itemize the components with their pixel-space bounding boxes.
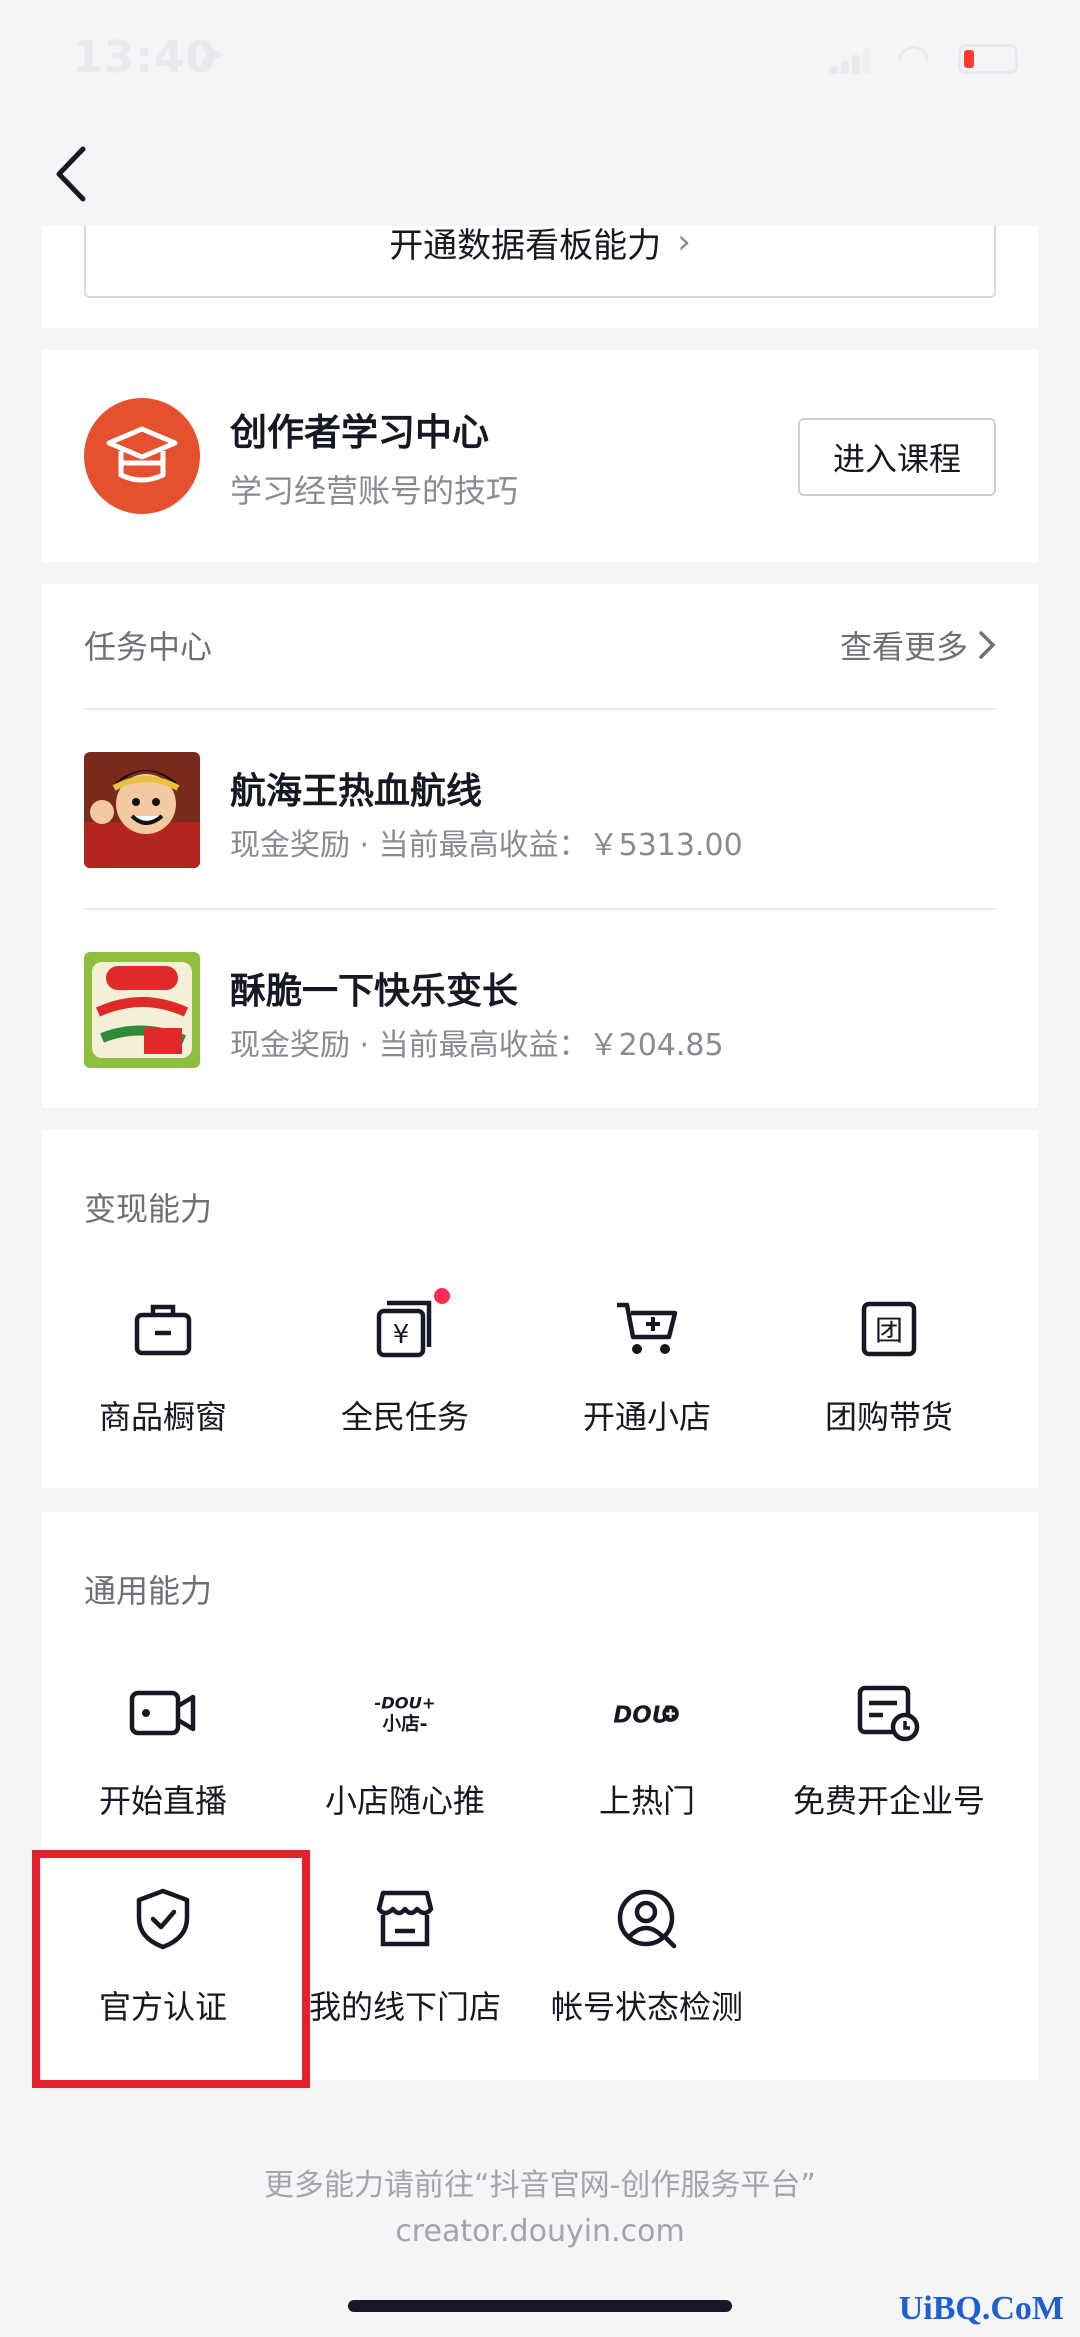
universal-task-item[interactable]: ¥ 全民任务 [284,1288,526,1444]
location-arrow-icon: ➤ [196,34,227,75]
task-name: 航海王热血航线 [230,771,483,812]
notification-dot [434,1288,450,1304]
showcase-item[interactable]: 商品橱窗 [42,1294,284,1444]
chevron-right-icon [979,631,996,659]
wifi-icon: ◠ [896,36,931,82]
general-card: 通用能力 开始直播 -DOU+ 小店- 小店随心推 DOU 上热门 免费开企业号 … [42,1512,1038,2080]
general-section-title: 通用能力 [84,1572,213,1610]
cart-icon [612,1294,682,1364]
svg-text:团: 团 [875,1314,903,1347]
open-shop-item[interactable]: 开通小店 [526,1294,768,1444]
enter-course-button[interactable]: 进入课程 [798,418,996,496]
task-name: 酥脆一下快乐变长 [230,971,519,1012]
learning-center-subtitle: 学习经营账号的技巧 [230,472,519,510]
account-status-label: 帐号状态检测 [550,1988,743,2026]
monetize-card: 变现能力 商品橱窗 ¥ 全民任务 开通小店 团 团购带货 [42,1130,1038,1488]
learning-center-card: 创作者学习中心 学习经营账号的技巧 进入课程 [42,350,1038,562]
official-verification-label: 官方认证 [98,1988,227,2026]
back-button[interactable] [40,138,100,210]
divider [84,708,996,710]
footer-text: 更多能力请前往“抖音官网-创作服务平台” [264,2168,816,2203]
account-check-icon [612,1884,682,1954]
footer-link[interactable]: creator.douyin.com [0,2214,1080,2249]
onepiece-thumbnail [84,752,200,868]
cellular-signal-icon [830,48,871,74]
watermark: UiBQ.CoM [898,2290,1064,2327]
chevron-left-icon [56,146,86,202]
task-item-onepiece[interactable]: 航海王热血航线 现金奖励 · 当前最高收益：￥5313.00 [84,752,996,868]
dou-shop-icon: -DOU+ 小店- [370,1678,440,1748]
showcase-icon [128,1294,198,1364]
live-camera-icon [128,1678,198,1748]
task-center-card: 任务中心 查看更多 航海王热血航线 现金奖励 · 当前最高收益：￥5313.00 [42,584,1038,1108]
view-more-label: 查看更多 [839,628,968,666]
home-indicator [348,2300,732,2312]
chevron-right-icon: › [677,226,691,262]
dou-plus-icon: DOU [612,1678,682,1748]
svg-text:DOU: DOU [613,1703,670,1729]
learning-center-title: 创作者学习中心 [230,411,489,454]
start-live-label: 开始直播 [98,1782,227,1820]
universal-task-label: 全民任务 [340,1398,469,1436]
store-icon [370,1884,440,1954]
graduation-cap-icon [84,398,200,514]
trending-item[interactable]: DOU 上热门 [526,1678,768,1828]
svg-text:¥: ¥ [393,1320,410,1350]
shop-promote-label: 小店随心推 [324,1782,485,1820]
task-icon: ¥ [370,1294,440,1364]
start-live-item[interactable]: 开始直播 [42,1678,284,1828]
enterprise-account-label: 免费开企业号 [792,1782,985,1820]
account-status-item[interactable]: 帐号状态检测 [526,1884,768,2034]
view-more-link[interactable]: 查看更多 [840,622,996,668]
calbee-thumbnail [84,952,200,1068]
official-verification-item[interactable]: 官方认证 [42,1884,284,2034]
svg-text:-DOU+: -DOU+ [374,1693,435,1712]
data-board-card: 开通数据看板能力 › [42,226,1038,328]
group-buy-icon: 团 [854,1294,924,1364]
task-item-calbee[interactable]: 酥脆一下快乐变长 现金奖励 · 当前最高收益：￥204.85 [84,952,996,1068]
battery-icon [958,44,1018,74]
showcase-label: 商品橱窗 [98,1398,227,1436]
open-data-board-label: 开通数据看板能力 [389,226,662,266]
divider [84,908,996,910]
task-reward: 现金奖励 · 当前最高收益：￥5313.00 [230,828,743,863]
shop-promote-item[interactable]: -DOU+ 小店- 小店随心推 [284,1678,526,1828]
group-buy-label: 团购带货 [824,1398,953,1436]
status-bar: 13:40 ➤ ◠ [0,0,1080,118]
enterprise-account-item[interactable]: 免费开企业号 [768,1678,1010,1828]
open-shop-label: 开通小店 [582,1398,711,1436]
monetize-section-title: 变现能力 [84,1190,213,1228]
open-data-board-button[interactable]: 开通数据看板能力 › [84,226,996,298]
task-reward: 现金奖励 · 当前最高收益：￥204.85 [230,1028,724,1063]
svg-text:小店-: 小店- [382,1713,427,1735]
offline-store-label: 我的线下门店 [308,1988,501,2026]
trending-label: 上热门 [598,1782,695,1820]
shield-check-icon [128,1884,198,1954]
task-center-title: 任务中心 [84,628,213,666]
offline-store-item[interactable]: 我的线下门店 [284,1884,526,2034]
enterprise-icon [854,1678,924,1748]
group-buy-item[interactable]: 团 团购带货 [768,1294,1010,1444]
